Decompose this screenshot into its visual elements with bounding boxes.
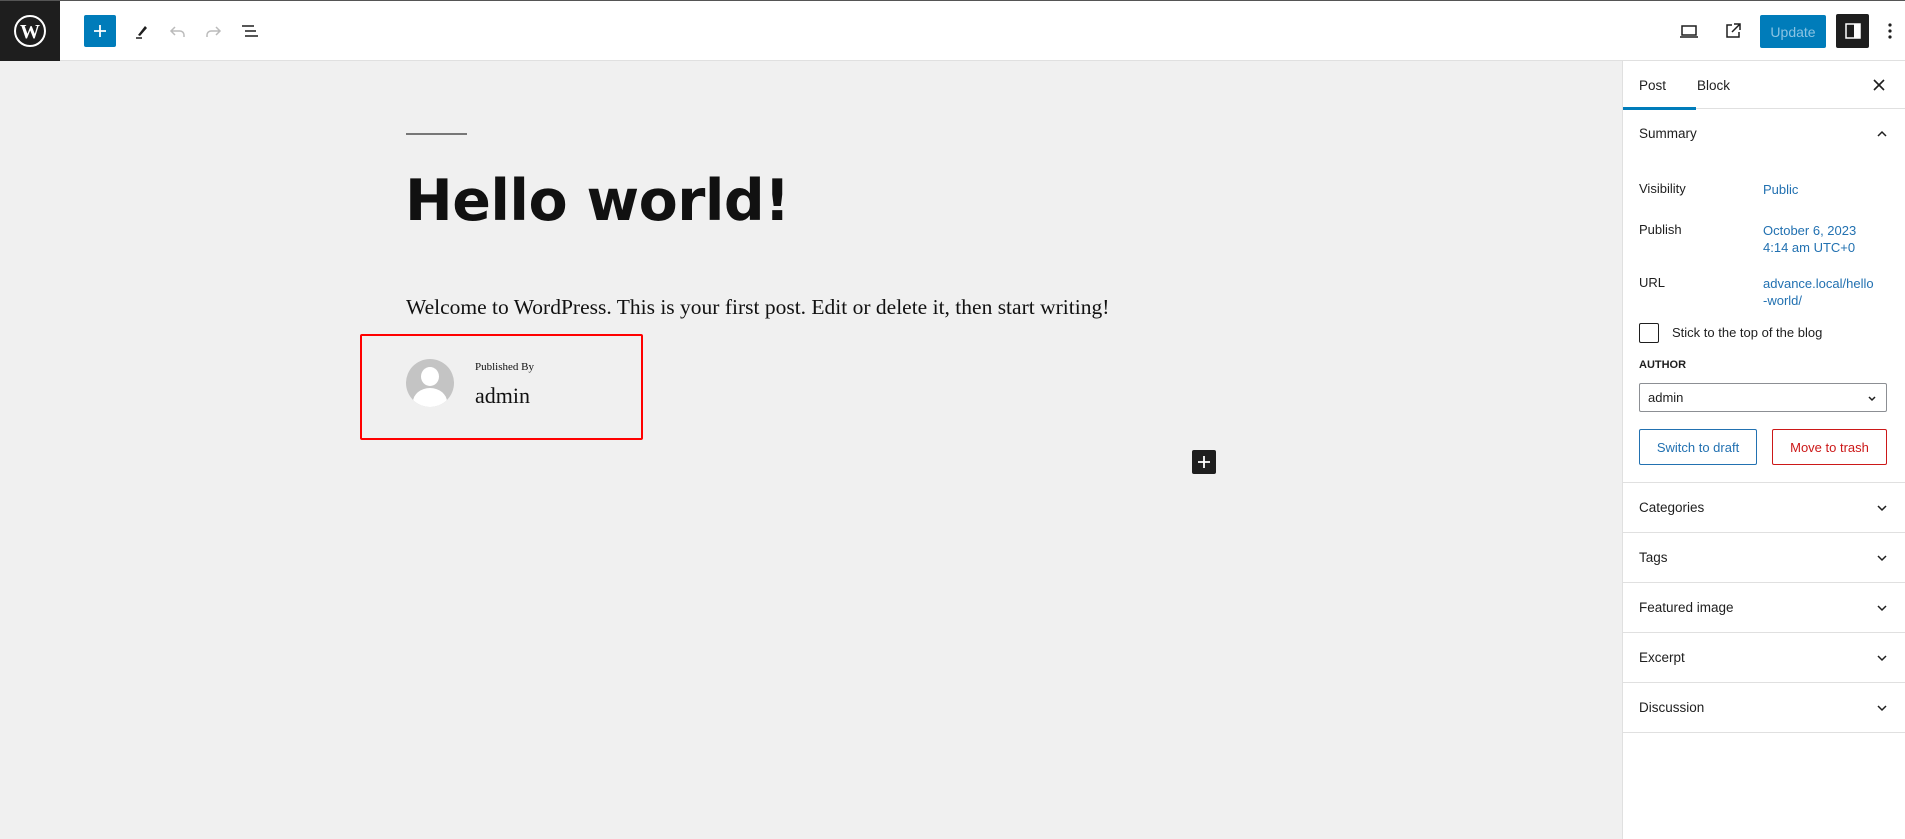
block-inserter-button[interactable] [1192,450,1216,474]
svg-text:W: W [20,21,40,43]
sidebar-toggle-icon [1844,23,1861,39]
redo-button[interactable] [197,15,229,47]
tab-post[interactable]: Post [1623,61,1696,110]
visibility-label: Visibility [1639,181,1686,196]
chevron-down-icon [1877,655,1887,662]
chevron-down-icon [1868,396,1876,402]
paragraph-block[interactable]: Welcome to WordPress. This is your first… [406,295,1109,320]
move-to-trash-button[interactable]: Move to trash [1772,429,1887,465]
excerpt-title: Excerpt [1639,650,1685,665]
editor-top-bar: W Update [0,0,1905,61]
desktop-preview-icon [1680,25,1698,38]
author-select[interactable]: admin [1639,383,1887,412]
featured-image-panel-toggle[interactable]: Featured image [1623,583,1905,632]
discussion-panel-toggle[interactable]: Discussion [1623,683,1905,732]
tags-panel-toggle[interactable]: Tags [1623,533,1905,582]
wordpress-logo-button[interactable]: W [0,1,60,61]
preview-button[interactable] [1673,15,1705,47]
avatar-body-shape [413,388,447,407]
options-menu-button[interactable] [1880,15,1900,47]
post-title[interactable]: Hello world! [405,173,790,230]
settings-sidebar-toggle[interactable] [1836,14,1869,48]
pen-icon [136,26,147,39]
add-block-button[interactable] [84,15,116,47]
url-line-1: advance.local/hello [1763,276,1874,291]
publish-time: 4:14 am UTC+0 [1763,240,1856,255]
url-line-2: -world/ [1763,293,1803,308]
more-vertical-icon [1888,23,1892,39]
plus-icon [94,25,106,37]
sticky-label[interactable]: Stick to the top of the blog [1672,325,1822,340]
separator-block[interactable] [406,133,467,135]
undo-icon [169,26,185,37]
redo-icon [206,26,222,37]
categories-panel-toggle[interactable]: Categories [1623,483,1905,532]
chevron-down-icon [1877,555,1887,562]
published-by-label: Published By [475,361,534,373]
summary-title: Summary [1639,126,1697,141]
publish-label: Publish [1639,222,1682,237]
wordpress-logo-icon: W [14,15,46,47]
author-name: admin [475,383,530,408]
chevron-up-icon [1877,130,1887,137]
summary-panel-toggle[interactable]: Summary [1623,109,1905,158]
sidebar-tabs: Post Block [1623,61,1905,110]
section-divider [1623,732,1905,733]
discussion-title: Discussion [1639,700,1705,715]
external-link-icon [1726,23,1741,38]
update-button[interactable]: Update [1760,15,1826,48]
editor-canvas: Hello world! Welcome to WordPress. This … [0,61,1622,839]
tools-button[interactable] [125,15,157,47]
excerpt-panel-toggle[interactable]: Excerpt [1623,633,1905,682]
chevron-down-icon [1877,605,1887,612]
switch-to-draft-button[interactable]: Switch to draft [1639,429,1757,465]
plus-icon [1198,456,1210,468]
url-value-button[interactable]: advance.local/hello -world/ [1763,275,1874,309]
tab-block[interactable]: Block [1697,61,1730,109]
author-select-value: admin [1648,390,1684,405]
avatar-head-shape [421,367,439,386]
close-icon [1873,79,1885,91]
sticky-checkbox[interactable] [1639,323,1659,343]
undo-button[interactable] [162,15,194,47]
author-avatar [406,359,454,407]
view-post-button[interactable] [1717,15,1749,47]
list-view-icon [242,25,258,37]
close-sidebar-button[interactable] [1868,74,1890,96]
chevron-down-icon [1877,505,1887,512]
chevron-down-icon [1877,705,1887,712]
tags-title: Tags [1639,550,1668,565]
categories-title: Categories [1639,500,1705,515]
author-label: AUTHOR [1639,359,1687,371]
url-label: URL [1639,275,1666,290]
publish-date-button[interactable]: October 6, 2023 4:14 am UTC+0 [1763,222,1856,256]
visibility-value-button[interactable]: Public [1763,181,1798,198]
list-view-button[interactable] [234,15,266,47]
featured-image-title: Featured image [1639,600,1734,615]
publish-date: October 6, 2023 [1763,223,1857,238]
settings-sidebar: Post Block Summary Visibility Public Pub… [1622,61,1905,839]
